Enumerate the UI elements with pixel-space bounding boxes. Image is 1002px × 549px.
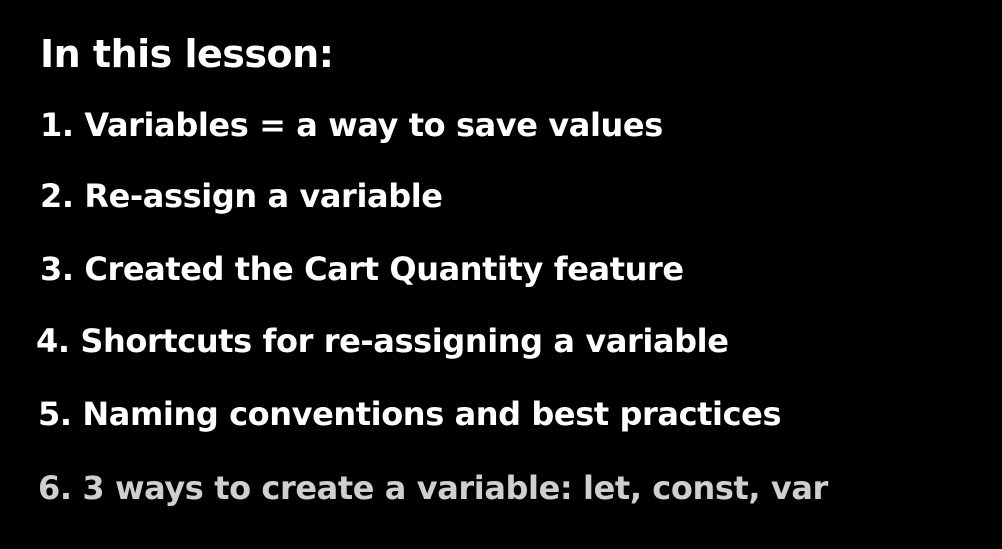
lesson-item-1: 1. Variables = a way to save values	[40, 106, 663, 144]
lesson-item-6: 6. 3 ways to create a variable: let, con…	[38, 469, 828, 507]
lesson-item-2: 2. Re-assign a variable	[40, 177, 443, 215]
lesson-item-3: 3. Created the Cart Quantity feature	[40, 250, 684, 288]
lesson-item-4: 4. Shortcuts for re-assigning a variable	[36, 322, 729, 360]
lesson-item-5: 5. Naming conventions and best practices	[38, 395, 782, 433]
lesson-heading: In this lesson:	[40, 32, 334, 76]
